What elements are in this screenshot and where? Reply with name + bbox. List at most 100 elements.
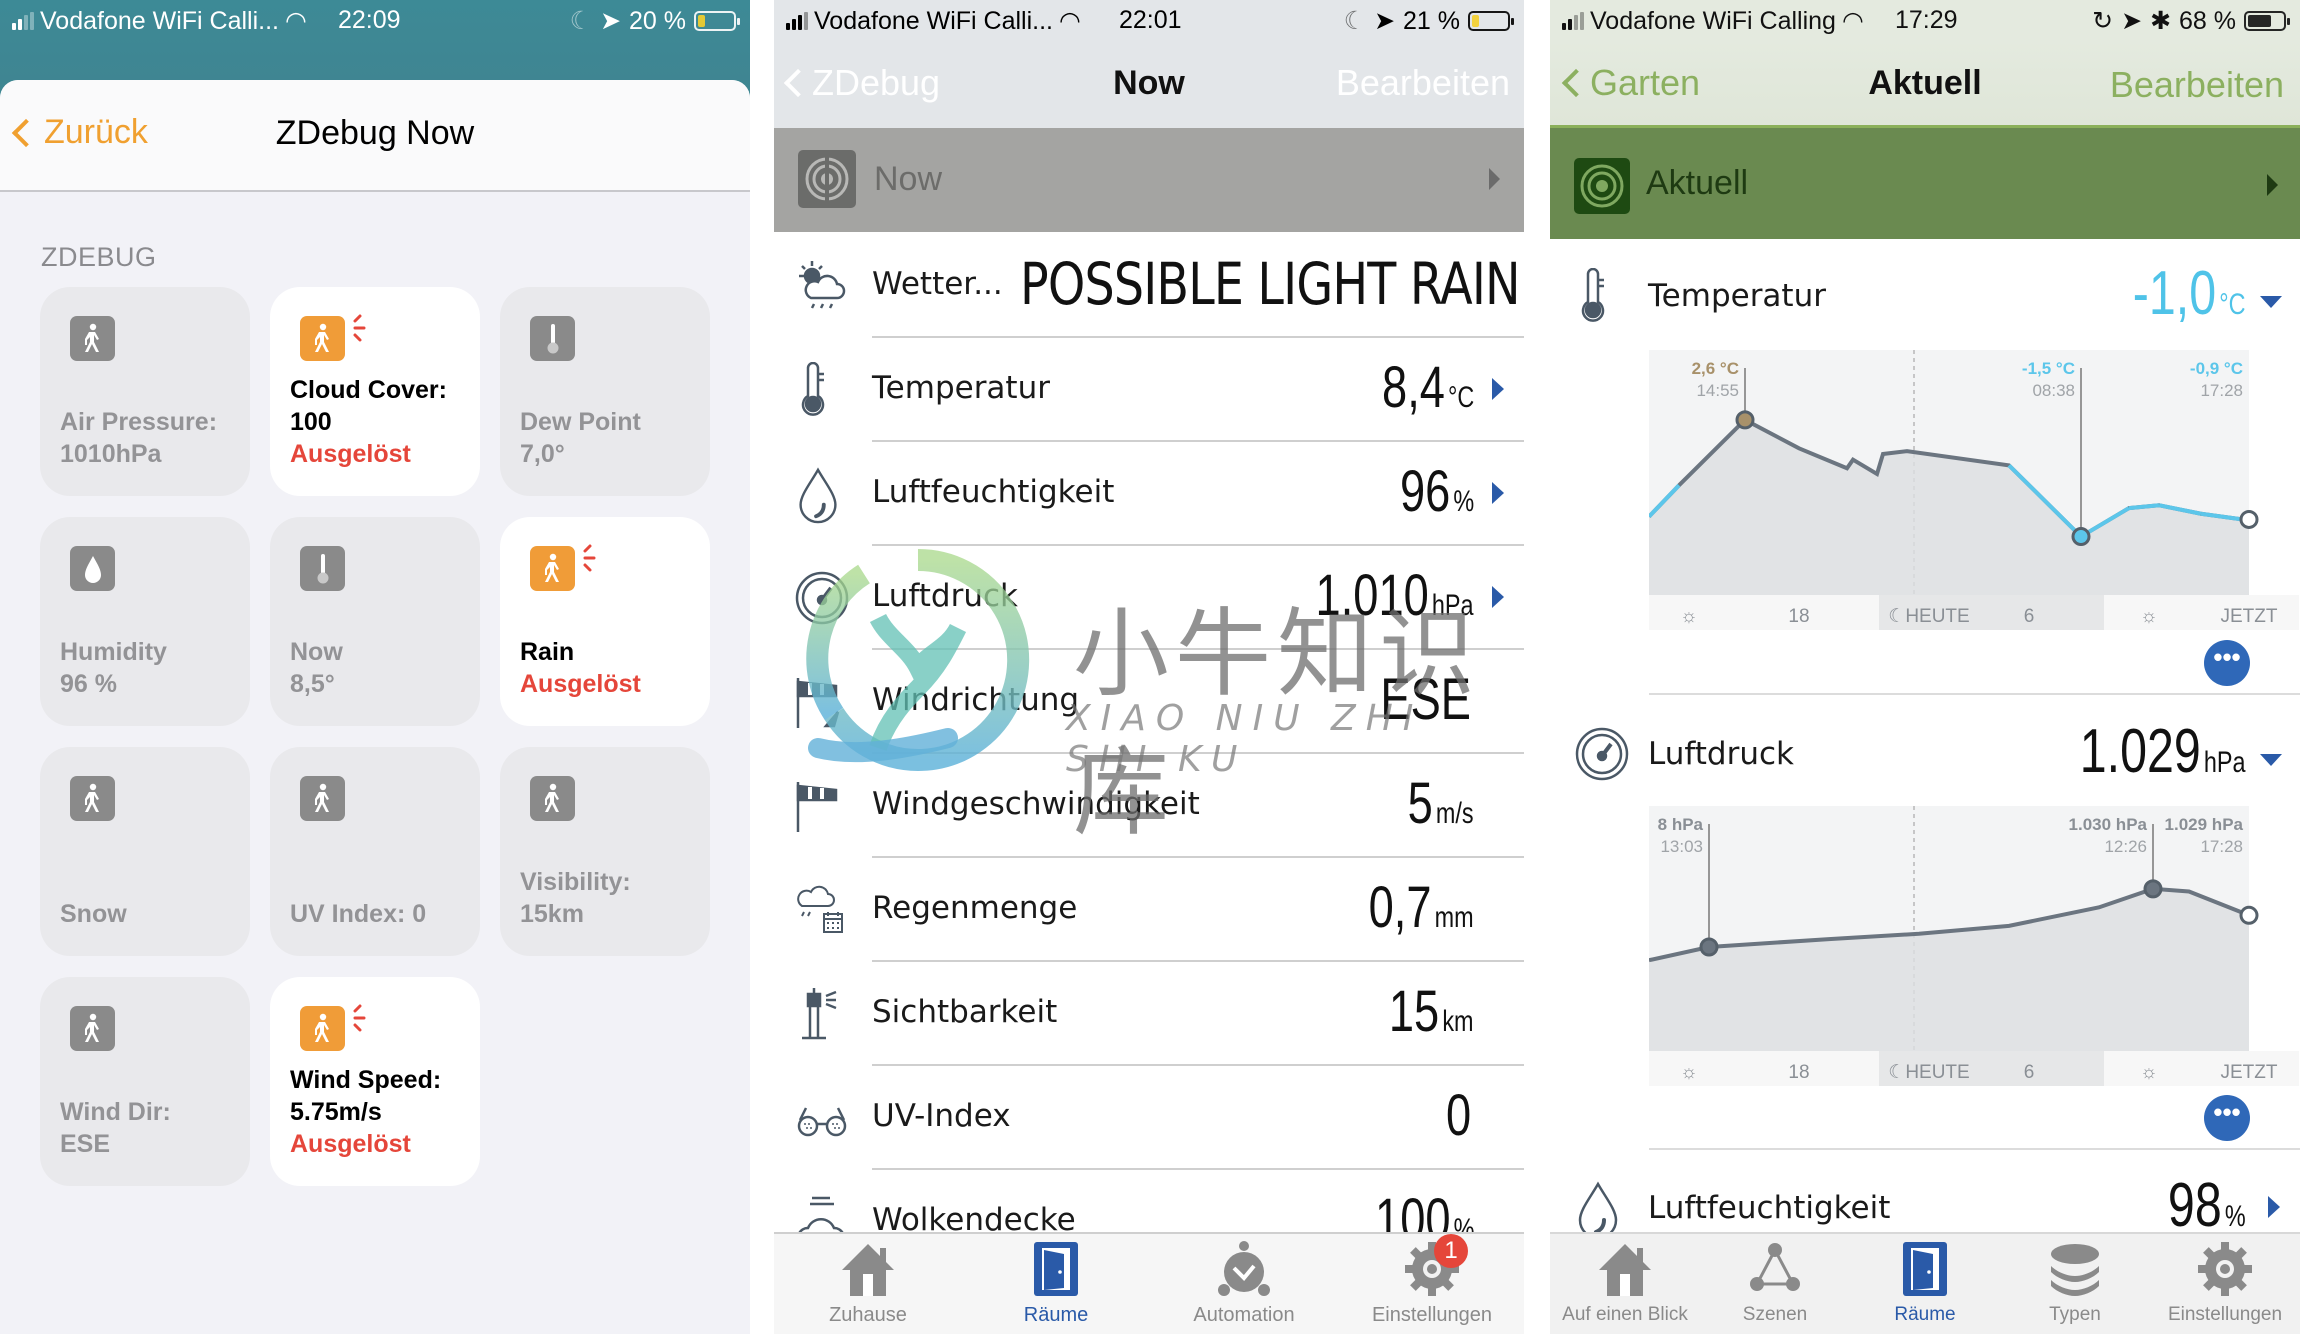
carrier-name: Vodafone WiFi Calli... <box>814 6 1053 35</box>
divider <box>1649 1148 2300 1150</box>
measurement-row[interactable]: Temperatur 8,4 °C <box>774 336 1524 440</box>
measurement-row: Windrichtung ESE <box>774 648 1524 752</box>
chevron-right-icon <box>1492 378 1504 400</box>
alarm-clock-icon <box>1214 1240 1274 1298</box>
tab-label: Zuhause <box>829 1304 907 1326</box>
tab-räume[interactable]: Räume <box>962 1240 1150 1327</box>
measurement-row: Regenmenge 0,7 mm <box>774 856 1524 960</box>
tile-text: Visibility: 15km <box>520 866 700 930</box>
device-header[interactable]: Aktuell <box>1550 125 2300 239</box>
tab-räume[interactable]: Räume <box>1850 1240 2000 1326</box>
marker-time-label: 17:28 <box>2200 837 2243 856</box>
accessory-tile[interactable]: Now 8,5° <box>270 517 480 726</box>
wifi-icon: ◠ <box>1059 7 1081 35</box>
sun-icon: ☼ <box>1680 1062 1697 1083</box>
motion-sensor-icon <box>300 316 345 361</box>
accessory-tile[interactable]: Visibility: 15km <box>500 747 710 956</box>
humidity-drop-icon <box>70 546 115 591</box>
marker-value-label: -1,5 °C <box>2022 359 2075 378</box>
tile-name: Humidity <box>60 638 167 666</box>
measurement-value: 8,4 °C <box>1381 355 1474 420</box>
tab-einstellungen[interactable]: 1 Einstellungen <box>1338 1234 1524 1327</box>
wifi-icon: ◠ <box>285 7 307 35</box>
tab-typen[interactable]: Typen <box>2000 1240 2150 1326</box>
divider <box>872 440 1524 442</box>
weather-value: POSSIBLE LIGHT RAIN <box>1020 250 1521 318</box>
battery-percent: 21 % <box>1403 6 1460 35</box>
tab-automation[interactable]: Automation <box>1150 1240 1338 1327</box>
pressure-header[interactable]: Luftdruck 1.029 hPa <box>1550 708 2300 798</box>
motion-sensor-icon <box>300 1006 345 1051</box>
accessory-tile[interactable]: Air Pressure: 1010hPa <box>40 287 250 496</box>
measurement-value: 0,7 mm <box>1368 875 1474 940</box>
marker-time-label: 17:28 <box>2200 381 2243 400</box>
weather-row: Wetter... POSSIBLE LIGHT RAIN <box>774 232 1524 336</box>
tile-text: Humidity 96 % <box>60 636 240 700</box>
weather-partly-cloudy-icon <box>794 258 846 310</box>
edit-button[interactable]: Bearbeiten <box>1336 62 1510 104</box>
nav-bar: ZDebug Now Bearbeiten <box>774 40 1524 128</box>
location-icon: ➤ <box>2121 7 2143 35</box>
battery-percent: 68 % <box>2179 6 2236 35</box>
tile-text: Cloud Cover: 100 Ausgelöst <box>290 374 470 470</box>
tab-zuhause[interactable]: Zuhause <box>774 1240 962 1327</box>
barometer-gauge-icon <box>794 570 849 625</box>
x-tick-label: ☾HEUTE <box>1888 1062 1969 1083</box>
accessory-tile[interactable]: Dew Point 7,0° <box>500 287 710 496</box>
measurement-row[interactable]: Luftfeuchtigkeit 96% <box>774 440 1524 544</box>
status-right: ☾ ➤ 21 % <box>1344 6 1514 36</box>
motion-sensor-icon <box>70 776 115 821</box>
windsock-icon <box>794 778 846 832</box>
divider <box>872 1168 1524 1170</box>
accessory-tile[interactable]: UV Index: 0 <box>270 747 480 956</box>
tile-value: 7,0° <box>520 440 565 468</box>
weather-sensor-icon <box>798 150 856 208</box>
chevron-right-icon <box>1492 586 1504 608</box>
divider <box>872 648 1524 650</box>
pressure-label: Luftdruck <box>1648 736 1794 772</box>
divider <box>872 1064 1524 1066</box>
battery-icon <box>2244 11 2290 31</box>
device-header[interactable]: Now <box>774 128 1524 232</box>
measurement-label: Sichtbarkeit <box>872 994 1058 1030</box>
device-name: Now <box>874 160 943 198</box>
pressure-more-button[interactable]: ••• <box>2204 1095 2250 1141</box>
measurement-row: Windgeschwindigkeit 5 m/s <box>774 752 1524 856</box>
tab-label: Typen <box>2049 1304 2101 1325</box>
accessory-tile[interactable]: Rain Ausgelöst <box>500 517 710 726</box>
tile-text: Wind Dir: ESE <box>60 1096 240 1160</box>
edit-button[interactable]: Bearbeiten <box>2110 64 2284 106</box>
temperature-header[interactable]: Temperatur -1,0 °C <box>1550 250 2300 340</box>
do-not-disturb-icon: ☾ <box>569 7 593 35</box>
accessory-tile[interactable]: Wind Dir: ESE <box>40 977 250 1186</box>
thermometer-icon <box>1574 267 1626 324</box>
accessory-tile[interactable]: Wind Speed: 5.75m/s Ausgelöst <box>270 977 480 1186</box>
motion-sensor-icon <box>70 1006 115 1051</box>
tab-einstellungen[interactable]: Einstellungen <box>2150 1240 2300 1326</box>
accessory-tile[interactable]: Humidity 96 % <box>40 517 250 726</box>
gigaset-now-screen: Vodafone WiFi Calli... ◠ 22:01 ☾ ➤ 21 % … <box>774 0 1524 1334</box>
marker-value-label: 2,6 °C <box>1692 359 1739 378</box>
measurement-label: Luftfeuchtigkeit <box>872 474 1115 510</box>
tab-label: Einstellungen <box>1371 1304 1493 1326</box>
x-tick-label: 6 <box>2024 606 2035 627</box>
tab-auf-einen-blick[interactable]: Auf einen Blick <box>1550 1240 1700 1326</box>
accessory-tile[interactable]: Cloud Cover: 100 Ausgelöst <box>270 287 480 496</box>
measurement-row[interactable]: Luftdruck 1.010 hPa <box>774 544 1524 648</box>
humidity-label: Luftfeuchtigkeit <box>1648 1190 1891 1226</box>
status-bar: Vodafone WiFi Calli... ◠ 22:09 ☾ ➤ 20 % <box>0 0 750 80</box>
marker-value-label: -0,9 °C <box>2190 359 2243 378</box>
tab-szenen[interactable]: Szenen <box>1700 1240 1850 1326</box>
x-tick-label: JETZT <box>2221 606 2278 627</box>
tile-name: Wind Speed: <box>290 1066 442 1094</box>
temperature-more-button[interactable]: ••• <box>2204 640 2250 686</box>
tile-value: 5.75m/s <box>290 1098 382 1126</box>
tab-label: Szenen <box>1742 1304 1808 1325</box>
tile-status: Ausgelöst <box>290 440 411 468</box>
tile-text: Rain Ausgelöst <box>520 636 700 700</box>
accessory-tile[interactable]: Snow <box>40 747 250 956</box>
signal-icon <box>1562 12 1584 30</box>
measurement-row: UV-Index 0 <box>774 1064 1524 1168</box>
measurement-label: Windgeschwindigkeit <box>872 786 1200 822</box>
bluetooth-icon: ✱ <box>2150 7 2172 35</box>
